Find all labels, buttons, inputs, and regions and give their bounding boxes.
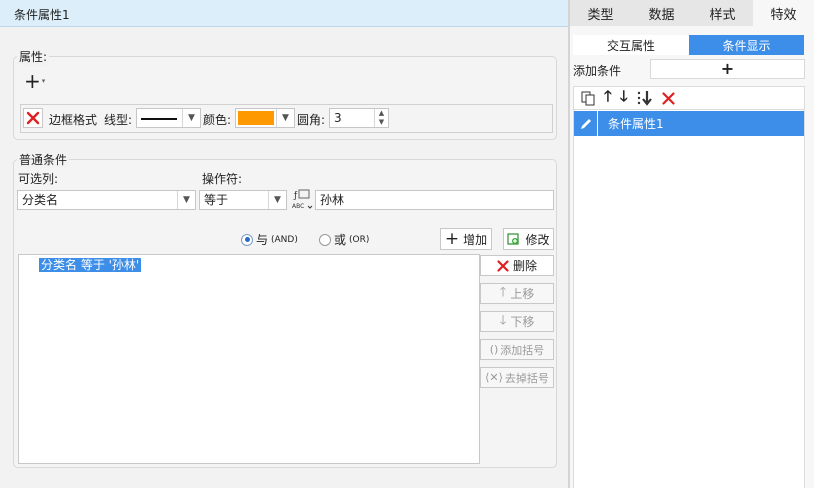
line-type-label: 线型: [104,113,133,127]
arrow-up-icon: 🡑 [499,284,507,300]
border-format-label: 边框格式 [49,113,98,127]
condition-display-list [573,110,805,488]
add-condition-button[interactable]: + 增加 [440,228,492,250]
copy-icon[interactable] [580,90,596,106]
arrow-down-icon: 🡓 [499,312,507,328]
move-up-label: 上移 [510,287,535,301]
color-picker[interactable]: ▼ [235,108,295,128]
value-input-text: 孙林 [320,193,345,207]
move-down-label: 下移 [510,315,535,329]
color-swatch [238,111,274,125]
properties-legend: 属性: [17,48,50,65]
condition-display-label: 条件属性1 [608,117,664,131]
color-label: 颜色: [203,113,232,127]
edit-condition-button[interactable]: 修改 [503,228,554,250]
add-condition-label: 添加条件 [573,64,622,78]
condition-list[interactable]: 分类名 等于 '孙林' [18,254,480,464]
bracket-icon: () [489,343,499,356]
add-condition-label: 增加 [463,232,488,247]
chevron-down-icon: ▼ [182,109,200,127]
add-bracket-button[interactable]: () 添加括号 [480,339,554,360]
condition-display-item[interactable]: 条件属性1 [574,111,804,136]
conditions-legend: 普通条件 [17,151,70,168]
radio-checked-icon [241,233,253,246]
condition-toolbar: 🡑 🡓 [573,86,805,110]
line-sample [141,118,177,120]
value-type-button[interactable]: ƒ ABC [291,187,313,211]
left-panel-title: 条件属性1 [0,0,568,27]
remove-bracket-label: 去掉括号 [504,371,549,385]
and-label: 与 [256,233,269,247]
operator-select-value: 等于 [204,193,229,207]
add-property-button[interactable]: + ▾ [24,71,54,91]
svg-text:ABC: ABC [292,203,304,210]
add-bracket-label: 添加括号 [500,343,545,357]
remove-property-button[interactable] [23,108,43,128]
operator-select[interactable]: 等于 ▼ [199,190,287,210]
radius-label: 圆角: [297,113,326,127]
condition-text: 分类名 等于 '孙林' [41,258,140,272]
list-item[interactable]: 分类名 等于 '孙林' [39,258,142,272]
arrow-down-icon[interactable]: 🡓 [620,86,628,111]
value-input[interactable]: 孙林 [315,190,554,210]
chevron-down-icon: ▼ [276,109,294,127]
chevron-down-icon: ▾ [41,77,46,85]
plus-icon: + [24,69,41,93]
chevron-down-icon: ▼ [268,191,286,209]
close-icon [26,111,40,125]
chevron-down-icon: ▼ [177,191,195,209]
tab-style[interactable]: 样式 [692,0,753,26]
stepper-up-icon[interactable]: ▲ [375,109,388,118]
abc-formula-icon: ƒ ABC [292,189,313,210]
edit-icon [507,233,520,245]
or-sub-label: (OR) [349,234,370,245]
radio-unchecked-icon [319,233,331,246]
tab-data[interactable]: 数据 [631,0,692,26]
stepper-arrows[interactable]: ▲ ▼ [374,109,388,127]
tab-type[interactable]: 类型 [570,0,631,26]
stepper-down-icon[interactable]: ▼ [375,118,388,127]
delete-condition-label: 删除 [512,259,537,273]
column-select-value: 分类名 [22,193,59,207]
remove-bracket-button[interactable]: ⟨✕⟩ 去掉括号 [480,367,554,388]
operator-label: 操作符: [202,172,243,186]
close-icon[interactable] [662,91,675,105]
move-to-bottom-icon[interactable] [636,90,654,106]
or-label: 或 [334,233,347,247]
tab-bar: 类型 数据 样式 特效 [570,0,814,26]
column-label: 可选列: [18,172,59,186]
plus-icon: + [720,59,735,78]
delete-condition-button[interactable]: 删除 [480,255,554,276]
line-type-select[interactable]: ▼ [136,108,201,128]
remove-bracket-icon: ⟨✕⟩ [485,371,503,384]
move-down-button[interactable]: 🡓 下移 [480,311,554,332]
arrow-up-icon[interactable]: 🡑 [604,86,612,111]
subtab-interaction[interactable]: 交互属性 [573,35,689,55]
column-select[interactable]: 分类名 ▼ [17,190,196,210]
move-up-button[interactable]: 🡑 上移 [480,283,554,304]
edit-condition-label: 修改 [525,232,550,247]
radius-stepper[interactable]: 3 ▲ ▼ [329,108,389,128]
add-condition-display-button[interactable]: + [650,59,805,79]
subtab-condition-display[interactable]: 条件显示 [689,35,804,55]
pencil-icon [574,111,598,136]
and-radio[interactable]: 与 (AND) [241,231,298,248]
and-sub-label: (AND) [271,234,298,245]
plus-icon: + [444,229,460,249]
svg-text:ƒ: ƒ [293,191,298,201]
radius-value: 3 [334,111,342,125]
close-icon [497,259,509,272]
or-radio[interactable]: 或 (OR) [319,231,369,248]
tab-effects[interactable]: 特效 [753,0,814,26]
